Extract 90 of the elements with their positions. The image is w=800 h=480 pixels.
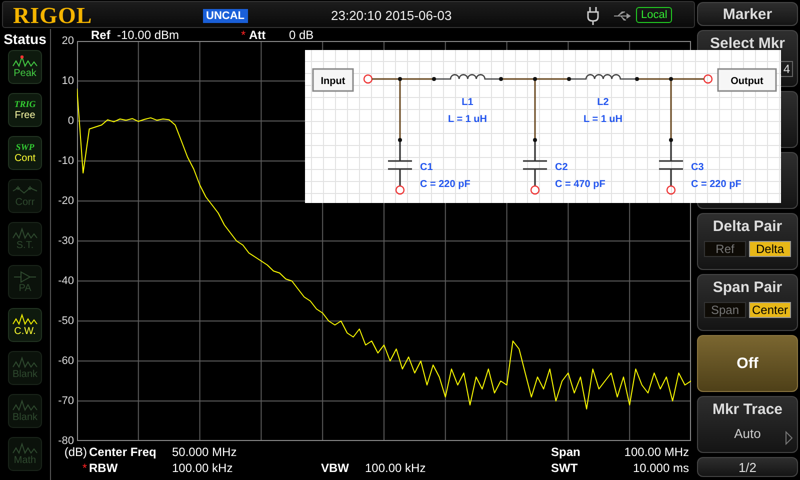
softkey-label: Delta Pair <box>712 218 782 235</box>
setting-label: VBW <box>321 461 350 475</box>
wave-icon <box>12 399 38 412</box>
junction-dot <box>398 138 402 142</box>
wave-icon <box>12 356 38 369</box>
brand-logo: RIGOL <box>13 3 92 29</box>
component-label: L1 <box>462 97 474 108</box>
setting-value: 100.00 kHz <box>172 461 233 475</box>
junction-dot <box>533 138 537 142</box>
status-badge: UNCAL <box>203 9 248 23</box>
axis-label: -70 <box>58 395 74 407</box>
capacitor-symbol <box>387 139 413 187</box>
axis-label: -50 <box>58 315 74 327</box>
component-value: C = 470 pF <box>555 179 606 190</box>
axis-label: -60 <box>58 355 74 367</box>
junction-dot <box>669 138 673 142</box>
junction-dot <box>432 77 436 81</box>
junction-dot <box>398 77 402 81</box>
coupled-mark: * <box>241 29 246 41</box>
setting-label: Span <box>551 445 582 459</box>
att-value: 0 dB <box>289 29 314 41</box>
page-indicator[interactable]: 1/2 <box>697 457 798 477</box>
setting-label: Center Freq <box>89 445 158 459</box>
junction-dot <box>669 77 673 81</box>
axis-label: 10 <box>62 75 74 87</box>
axis-label: -20 <box>58 195 74 207</box>
option-toggle[interactable]: Center <box>749 302 791 318</box>
junction-dot <box>567 77 571 81</box>
terminal-circle <box>395 185 405 195</box>
input-box: Input <box>312 68 354 92</box>
usb-icon <box>613 10 633 22</box>
option-toggle[interactable]: Delta <box>749 241 791 257</box>
axis-label: -40 <box>58 275 74 287</box>
status-button[interactable]: C.W. <box>8 308 42 342</box>
option-toggle[interactable]: Span <box>704 302 746 318</box>
ref-level: -10.00 dBm <box>117 29 180 41</box>
setting-value: 100.00 kHz <box>365 461 426 475</box>
off-key[interactable]: Off <box>697 335 798 392</box>
inductor-symbol <box>434 74 501 80</box>
component-value: L = 1 uH <box>448 114 487 125</box>
axis-label: 20 <box>62 35 74 47</box>
status-button[interactable]: TRIG Free <box>8 93 42 127</box>
setting-value: 50.000 MHz <box>172 445 237 459</box>
date-time: 23:20:10 2015-06-03 <box>331 8 452 23</box>
sidebar-title: Status <box>4 31 46 47</box>
setting-label: RBW <box>89 461 119 475</box>
axis-label: -80 <box>58 435 74 447</box>
setting-value: 100.00 MHz <box>624 445 689 459</box>
capacitor-symbol <box>522 139 548 187</box>
amplifier-icon <box>13 270 37 282</box>
ref-label: Ref <box>91 29 110 41</box>
terminal-circle <box>530 185 540 195</box>
junction-dot <box>533 77 537 81</box>
plug-icon <box>586 6 600 26</box>
component-value: L = 1 uH <box>584 114 622 125</box>
component-value: C = 220 pF <box>420 179 470 190</box>
wave-icon <box>12 184 38 196</box>
wave-icon <box>12 313 38 326</box>
terminal-circle <box>363 74 373 84</box>
junction-dot <box>635 77 639 81</box>
setting-label: SWT <box>551 461 579 475</box>
wave-icon <box>12 55 38 68</box>
component-label: L2 <box>597 97 609 108</box>
terminal-circle <box>666 185 676 195</box>
wave-icon <box>12 227 38 240</box>
junction-dot <box>499 77 503 81</box>
capacitor-symbol <box>658 139 684 187</box>
wave-icon <box>12 442 38 455</box>
output-box: Output <box>717 68 777 92</box>
inductor-symbol <box>569 74 637 80</box>
component-label: C3 <box>691 162 704 173</box>
setting-value: 10.000 ms <box>632 461 689 475</box>
axis-label: -10 <box>58 155 74 167</box>
axis-label: -30 <box>58 235 74 247</box>
coupled-mark: * <box>81 461 88 475</box>
att-label: Att <box>249 29 266 41</box>
component-label: C2 <box>555 162 568 173</box>
caret-icon <box>785 431 793 445</box>
component-label: C1 <box>420 162 433 173</box>
softkey-label: Span Pair <box>712 279 782 296</box>
marker-trace-key[interactable]: Mkr Trace Auto <box>697 396 798 453</box>
terminal-circle <box>703 74 713 84</box>
remote-status: Local <box>636 7 672 23</box>
menu-title: Marker <box>697 2 798 26</box>
status-button[interactable]: Peak <box>8 50 42 84</box>
axis-label: 0 <box>68 115 74 127</box>
component-value: C = 220 pF <box>691 179 742 190</box>
option-toggle[interactable]: Ref <box>704 241 746 257</box>
status-button[interactable]: SWP Cont <box>8 136 42 170</box>
unit-label: (dB) <box>63 445 88 459</box>
